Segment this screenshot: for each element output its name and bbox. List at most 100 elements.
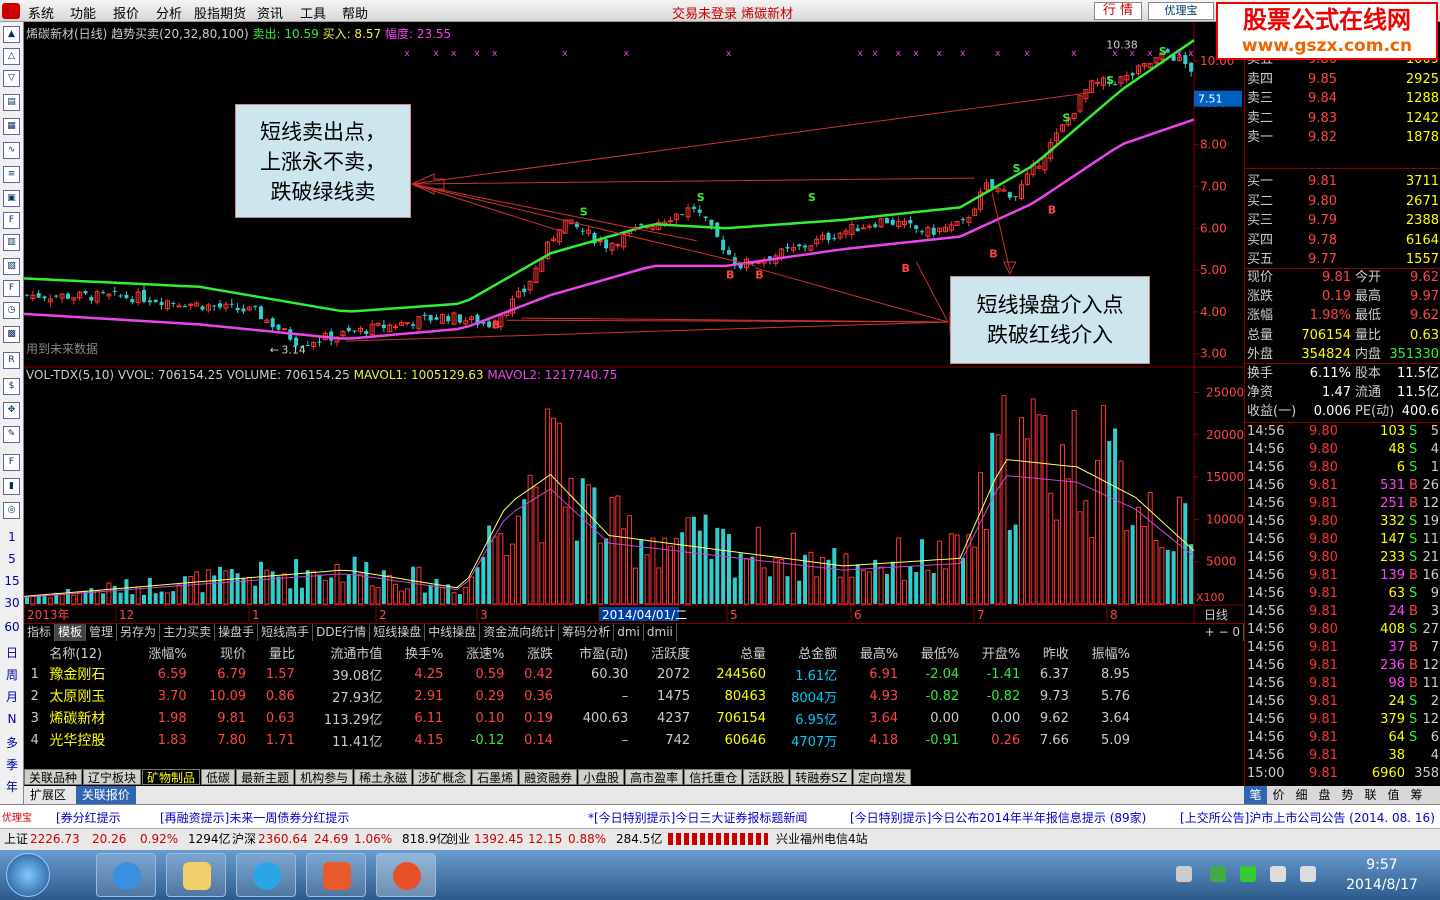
- calendar-icon[interactable]: ▣: [3, 190, 20, 207]
- period-5min[interactable]: 5: [0, 552, 24, 566]
- column-header[interactable]: 涨跌: [508, 641, 557, 663]
- buy-level[interactable]: 买四 9.78 6164: [1245, 231, 1440, 250]
- sell-level[interactable]: 卖二 9.83 1242: [1245, 109, 1440, 128]
- sector-tab[interactable]: 稀土永磁: [354, 769, 413, 785]
- tray-keyboard-icon[interactable]: [1176, 866, 1192, 882]
- sell-level[interactable]: 卖一 9.82 1878: [1245, 128, 1440, 147]
- column-header[interactable]: 名称(12): [45, 641, 129, 663]
- column-header[interactable]: 总量: [694, 641, 770, 663]
- news-item-2[interactable]: *[今日特别提示]今日三大证券报标题新闻: [588, 809, 807, 826]
- tray-shield-icon[interactable]: [1240, 866, 1256, 882]
- arrow-up2-icon[interactable]: △: [3, 48, 20, 65]
- rsi-icon[interactable]: R: [3, 352, 20, 369]
- cycle-icon[interactable]: ◎: [3, 502, 20, 519]
- menu-help[interactable]: 帮助: [342, 3, 368, 22]
- sector-tab[interactable]: 矿物制品: [142, 769, 201, 785]
- quote-panel-tab[interactable]: 细: [1290, 786, 1313, 804]
- column-header[interactable]: 换手%: [386, 641, 447, 663]
- sector-tab[interactable]: 融资融券: [519, 769, 578, 785]
- sector-tab[interactable]: 石墨烯: [472, 769, 519, 785]
- tray-nvidia-icon[interactable]: [1210, 866, 1226, 882]
- money-icon[interactable]: $: [3, 378, 20, 395]
- indicator-tab[interactable]: DDE行情: [313, 624, 371, 641]
- tray-network-icon[interactable]: [1270, 866, 1286, 882]
- stock-name[interactable]: 豫金刚石: [45, 663, 129, 685]
- sector-tab[interactable]: 低碳: [201, 769, 236, 785]
- period-1min[interactable]: 1: [0, 530, 24, 544]
- menu-tools[interactable]: 工具: [300, 3, 326, 22]
- doc-icon[interactable]: ▧: [3, 258, 20, 275]
- menu-system[interactable]: 系统: [28, 3, 54, 22]
- period-60min[interactable]: 60: [0, 620, 24, 634]
- buy-level[interactable]: 买三 9.79 2388: [1245, 211, 1440, 230]
- quote-panel-tab[interactable]: 价: [1267, 786, 1290, 804]
- tray-volume-icon[interactable]: [1300, 866, 1316, 882]
- menu-analysis[interactable]: 分析: [156, 3, 182, 22]
- sector-tab[interactable]: 最新主题: [236, 769, 295, 785]
- sector-tab[interactable]: 关联品种: [24, 769, 83, 785]
- ext-area-tab[interactable]: 扩展区: [24, 786, 72, 804]
- column-header[interactable]: 振幅%: [1073, 641, 1134, 663]
- buy-level[interactable]: 买二 9.80 2671: [1245, 192, 1440, 211]
- move-icon[interactable]: ✥: [3, 402, 20, 419]
- related-quote-tab[interactable]: 关联报价: [75, 786, 136, 804]
- taskbar-ie[interactable]: [96, 853, 156, 897]
- list-icon[interactable]: ≡: [3, 166, 20, 183]
- quote-panel-tab[interactable]: 联: [1359, 786, 1382, 804]
- news-item-1[interactable]: [再融资提示]未来一周债券分红提示: [160, 809, 349, 826]
- period-30min[interactable]: 30: [0, 596, 24, 610]
- buy-level[interactable]: 买五 9.77 1557: [1245, 250, 1440, 269]
- f10-icon[interactable]: F: [3, 212, 20, 229]
- table-row[interactable]: 3 烯碳新材 1.98 9.81 0.63 113.29亿 6.11 0.10 0.19 400.…: [24, 707, 1134, 729]
- taskbar-explorer[interactable]: [166, 853, 226, 897]
- quote-panel-tab[interactable]: 盘: [1313, 786, 1336, 804]
- indicator-tab[interactable]: 筹码分析: [559, 624, 615, 641]
- buy-level[interactable]: 买一 9.81 3711: [1245, 172, 1440, 191]
- indicator-tab[interactable]: 中线操盘: [425, 624, 481, 641]
- indicator-tab[interactable]: dmi: [614, 624, 644, 641]
- menu-index-futures[interactable]: 股指期货: [194, 3, 246, 22]
- arrow-down-icon[interactable]: ▽: [3, 70, 20, 87]
- period-n[interactable]: N: [0, 712, 24, 726]
- sector-tab[interactable]: 转融券SZ: [790, 769, 853, 785]
- column-header[interactable]: 活跃度: [632, 641, 694, 663]
- f12-icon[interactable]: F: [3, 280, 20, 297]
- stock-name[interactable]: 太原刚玉: [45, 685, 129, 707]
- chart-icon[interactable]: ▩: [3, 326, 20, 343]
- period-multi[interactable]: 多: [0, 734, 24, 751]
- table-row[interactable]: 2 太原刚玉 3.70 10.09 0.86 27.93亿 2.91 0.29 0.36 – 147…: [24, 685, 1134, 707]
- sector-tab[interactable]: 信托重仓: [684, 769, 743, 785]
- f5-icon[interactable]: F: [3, 454, 20, 471]
- column-header[interactable]: 涨幅%: [130, 641, 191, 663]
- indicator-tab[interactable]: 主力买卖: [160, 624, 216, 641]
- table-row[interactable]: 1 豫金刚石 6.59 6.79 1.57 39.08亿 4.25 0.59 0.42 60.30…: [24, 663, 1134, 685]
- clock[interactable]: 9:57 2014/8/17: [1330, 855, 1434, 895]
- pen-icon[interactable]: ✎: [3, 426, 20, 443]
- table-row[interactable]: 4 光华控股 1.83 7.80 1.71 11.41亿 4.15 -0.12 0.14 – 742…: [24, 729, 1134, 751]
- quote-panel-tab[interactable]: 值: [1382, 786, 1405, 804]
- column-header[interactable]: 流通市值: [299, 641, 387, 663]
- column-header[interactable]: 最高%: [841, 641, 902, 663]
- indicator-tab[interactable]: 模板: [55, 624, 87, 641]
- report-icon[interactable]: ▤: [3, 94, 20, 111]
- news-item-3[interactable]: [今日特别提示]今日公布2014年半年报信息提示 (89家): [850, 809, 1146, 826]
- period-season[interactable]: 季: [0, 756, 24, 773]
- book-icon[interactable]: ▥: [3, 234, 20, 251]
- taskbar-sogou[interactable]: [236, 853, 296, 897]
- stock-name[interactable]: 光华控股: [45, 729, 129, 751]
- quote-panel-tab[interactable]: 笔: [1244, 786, 1267, 804]
- taskbar-stock-app[interactable]: [376, 853, 436, 897]
- indicator-tab[interactable]: 资金流向统计: [480, 624, 560, 641]
- sector-tab[interactable]: 机构参与: [295, 769, 354, 785]
- sell-level[interactable]: 卖四 9.85 2925: [1245, 70, 1440, 89]
- menu-info[interactable]: 资讯: [257, 3, 283, 22]
- column-header[interactable]: 昨收: [1024, 641, 1073, 663]
- indicator-tab[interactable]: 管理: [86, 624, 118, 641]
- clock-icon[interactable]: ◷: [3, 302, 20, 319]
- indicator-tab[interactable]: 短线操盘: [370, 624, 426, 641]
- indicator-tab[interactable]: 指标: [24, 624, 56, 641]
- indicator-tab[interactable]: 操盘手: [215, 624, 259, 641]
- sector-tab[interactable]: 高市盈率: [625, 769, 684, 785]
- sector-tab[interactable]: 小盘股: [578, 769, 625, 785]
- arrow-up-icon[interactable]: ▲: [3, 26, 20, 43]
